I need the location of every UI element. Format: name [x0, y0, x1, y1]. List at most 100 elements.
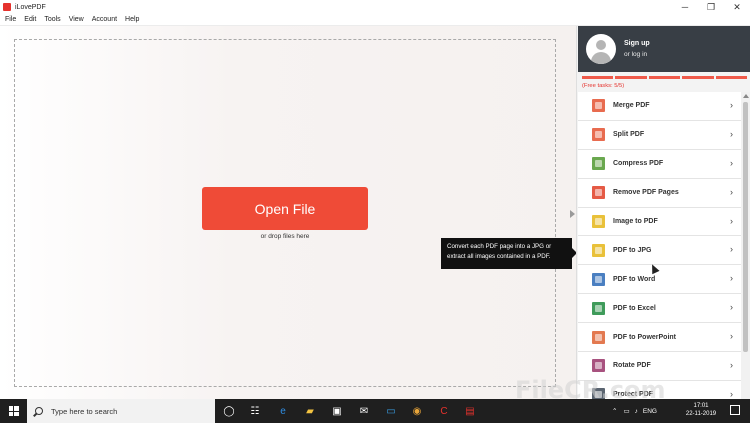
tool-label: Rotate PDF	[613, 362, 651, 370]
window-title: iLovePDF	[15, 3, 46, 11]
close-button[interactable]: ✕	[724, 0, 750, 14]
sidebar-scrollbar[interactable]	[741, 92, 750, 399]
tool-compress-pdf[interactable]: Compress PDF ›	[578, 149, 741, 179]
ccleaner-icon[interactable]: C	[436, 403, 452, 419]
language-indicator[interactable]: ENG	[643, 408, 657, 415]
title-bar: iLovePDF	[0, 0, 750, 14]
chevron-up-icon[interactable]: ⌃	[612, 407, 617, 415]
avatar-icon[interactable]	[586, 34, 616, 64]
pdf-to-word-icon	[592, 272, 605, 286]
close-icon: ✕	[733, 1, 741, 12]
chevron-right-icon: ›	[730, 215, 733, 226]
timeline-icon[interactable]: ☷	[247, 403, 263, 419]
ilovepdf-app-icon	[3, 3, 11, 11]
main-drop-area[interactable]: Open File or drop files here	[0, 26, 576, 399]
file-explorer-icon[interactable]: ▰	[302, 403, 318, 419]
tool-rotate-pdf[interactable]: Rotate PDF ›	[578, 352, 741, 381]
tool-tooltip: Convert each PDF page into a JPG or extr…	[441, 238, 577, 269]
remove-pages-icon	[592, 186, 605, 200]
scroll-up-icon[interactable]	[743, 94, 749, 98]
chat-icon[interactable]: ▭	[383, 403, 399, 419]
task-segment	[682, 76, 714, 79]
chevron-right-icon: ›	[730, 244, 733, 255]
search-icon	[35, 407, 43, 415]
task-segment	[615, 76, 647, 79]
task-segment	[715, 76, 748, 79]
store-icon[interactable]: ▣	[329, 403, 345, 419]
scroll-thumb[interactable]	[743, 102, 748, 352]
notification-icon[interactable]	[730, 405, 740, 415]
tool-protect-pdf[interactable]: Protect PDF ›	[578, 380, 741, 399]
menu-bar: File Edit Tools View Account Help	[0, 14, 750, 26]
tool-label: Image to PDF	[613, 218, 658, 225]
drop-hint: or drop files here	[260, 233, 310, 240]
tool-split-pdf[interactable]: Split PDF ›	[578, 120, 741, 150]
tool-pdf-to-jpg[interactable]: PDF to JPG ›	[578, 236, 741, 266]
chevron-right-icon: ›	[730, 302, 733, 313]
chevron-right-icon: ›	[730, 388, 733, 399]
chevron-right-icon: ›	[730, 128, 733, 139]
maximize-icon: ❐	[706, 1, 716, 12]
open-file-button[interactable]: Open File	[202, 187, 368, 230]
chevron-right-icon: ›	[730, 100, 733, 110]
clock-time: 17:01	[693, 403, 709, 409]
system-tray: ⌃ ▭ ♪ ENG	[612, 399, 662, 423]
tool-label: PDF to PowerPoint	[613, 333, 676, 341]
tools-sidebar: Sign up or log in (Free tasks: 5/5) Merg…	[576, 26, 750, 399]
task-view-icon[interactable]: ◯	[221, 403, 237, 419]
minimize-button[interactable]: ─	[672, 0, 698, 14]
taskbar-clock[interactable]: 17:01 22-11-2019	[683, 402, 719, 418]
chevron-right-icon: ›	[730, 186, 733, 197]
taskbar-search[interactable]: Type here to search	[27, 399, 215, 423]
ilovepdf-taskbar-icon[interactable]: ▤	[462, 403, 478, 419]
avatar-head	[596, 40, 606, 50]
image-to-pdf-icon	[592, 215, 605, 228]
merge-pdf-icon	[592, 99, 605, 113]
split-pdf-icon	[592, 128, 605, 142]
tool-merge-pdf[interactable]: Merge PDF ›	[578, 92, 741, 121]
tool-remove-pdf-pages[interactable]: Remove PDF Pages ›	[578, 178, 741, 208]
search-placeholder: Type here to search	[51, 406, 118, 416]
network-icon[interactable]: ▭	[623, 407, 629, 415]
login-link[interactable]: or log in	[624, 51, 647, 58]
windows-logo-icon	[8, 406, 19, 416]
avatar-body	[591, 52, 611, 64]
taskbar: Type here to search ◯ ☷ e ▰ ▣ ✉ ▭ ◉ C ▤ …	[0, 399, 750, 423]
tool-pdf-to-word[interactable]: PDF to Word ›	[578, 265, 741, 295]
tool-label: Split PDF	[613, 131, 645, 139]
maximize-button[interactable]: ❐	[698, 0, 724, 14]
menu-edit[interactable]: Edit	[24, 16, 36, 23]
tool-pdf-to-powerpoint[interactable]: PDF to PowerPoint ›	[578, 323, 741, 353]
tool-label: PDF to Excel	[613, 304, 656, 312]
collapse-panel-icon[interactable]	[570, 210, 575, 218]
chrome-icon[interactable]: ◉	[409, 403, 425, 419]
tool-label: PDF to Word	[613, 275, 656, 283]
menu-help[interactable]: Help	[125, 16, 139, 23]
chevron-right-icon: ›	[730, 331, 733, 342]
signup-link[interactable]: Sign up	[624, 40, 650, 47]
tool-label: Remove PDF Pages	[613, 189, 679, 197]
tool-label: Protect PDF	[613, 391, 654, 399]
task-segment	[582, 76, 614, 79]
edge-icon[interactable]: e	[275, 403, 291, 419]
tool-pdf-to-excel[interactable]: PDF to Excel ›	[578, 294, 741, 324]
menu-tools[interactable]: Tools	[44, 16, 60, 23]
compress-pdf-icon	[592, 157, 605, 171]
tool-image-to-pdf[interactable]: Image to PDF ›	[578, 207, 741, 237]
mail-icon[interactable]: ✉	[356, 403, 372, 419]
tool-label: Merge PDF	[613, 102, 650, 110]
start-button[interactable]	[0, 399, 27, 423]
tool-label: PDF to JPG	[613, 246, 652, 254]
free-tasks-label: (Free tasks: 5/5)	[582, 83, 625, 89]
tool-label: Compress PDF	[613, 160, 664, 168]
volume-icon[interactable]: ♪	[635, 408, 638, 415]
tools-list: Merge PDF › Split PDF › Compress PDF › R…	[578, 92, 741, 399]
account-box[interactable]: Sign up or log in	[578, 26, 750, 72]
pdf-to-powerpoint-icon	[592, 330, 605, 344]
clock-date: 22-11-2019	[685, 411, 717, 417]
menu-file[interactable]: File	[5, 16, 16, 23]
minimize-icon: ─	[681, 2, 689, 12]
pdf-to-jpg-icon	[592, 243, 605, 257]
menu-view[interactable]: View	[69, 16, 84, 23]
menu-account[interactable]: Account	[92, 16, 117, 23]
